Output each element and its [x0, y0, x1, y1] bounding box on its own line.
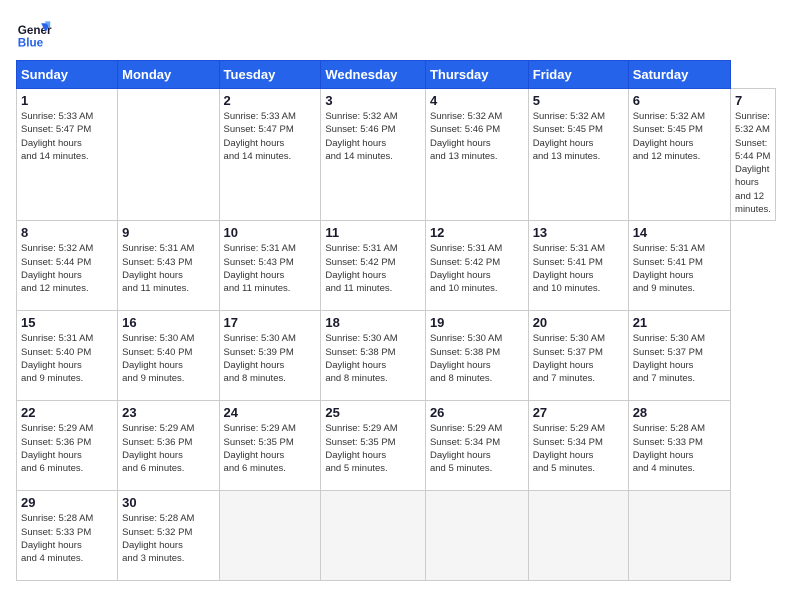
- calendar-day: 16Sunrise: 5:30 AMSunset: 5:40 PMDayligh…: [118, 311, 219, 401]
- calendar-day: 24Sunrise: 5:29 AMSunset: 5:35 PMDayligh…: [219, 401, 321, 491]
- weekday-header: Saturday: [628, 61, 730, 89]
- calendar-day: 19Sunrise: 5:30 AMSunset: 5:38 PMDayligh…: [425, 311, 528, 401]
- weekday-header-row: SundayMondayTuesdayWednesdayThursdayFrid…: [17, 61, 776, 89]
- logo: General Blue: [16, 16, 52, 52]
- calendar-day: 9Sunrise: 5:31 AMSunset: 5:43 PMDaylight…: [118, 221, 219, 311]
- week-row: 15Sunrise: 5:31 AMSunset: 5:40 PMDayligh…: [17, 311, 776, 401]
- calendar-day: 29Sunrise: 5:28 AMSunset: 5:33 PMDayligh…: [17, 491, 118, 581]
- calendar-day: 11Sunrise: 5:31 AMSunset: 5:42 PMDayligh…: [321, 221, 426, 311]
- calendar-day: 1Sunrise: 5:33 AMSunset: 5:47 PMDaylight…: [17, 89, 118, 221]
- week-row: 29Sunrise: 5:28 AMSunset: 5:33 PMDayligh…: [17, 491, 776, 581]
- calendar-day: [528, 491, 628, 581]
- calendar-day: 28Sunrise: 5:28 AMSunset: 5:33 PMDayligh…: [628, 401, 730, 491]
- calendar-day: 10Sunrise: 5:31 AMSunset: 5:43 PMDayligh…: [219, 221, 321, 311]
- calendar-day: 5Sunrise: 5:32 AMSunset: 5:45 PMDaylight…: [528, 89, 628, 221]
- calendar-day: 27Sunrise: 5:29 AMSunset: 5:34 PMDayligh…: [528, 401, 628, 491]
- calendar-day: 17Sunrise: 5:30 AMSunset: 5:39 PMDayligh…: [219, 311, 321, 401]
- week-row: 1Sunrise: 5:33 AMSunset: 5:47 PMDaylight…: [17, 89, 776, 221]
- calendar-day: 6Sunrise: 5:32 AMSunset: 5:45 PMDaylight…: [628, 89, 730, 221]
- calendar-day: 14Sunrise: 5:31 AMSunset: 5:41 PMDayligh…: [628, 221, 730, 311]
- weekday-header: Tuesday: [219, 61, 321, 89]
- weekday-header: Thursday: [425, 61, 528, 89]
- calendar-day: 23Sunrise: 5:29 AMSunset: 5:36 PMDayligh…: [118, 401, 219, 491]
- calendar-day: 7Sunrise: 5:32 AMSunset: 5:44 PMDaylight…: [731, 89, 776, 221]
- calendar-day: [321, 491, 426, 581]
- calendar-day: [628, 491, 730, 581]
- weekday-header: Sunday: [17, 61, 118, 89]
- svg-text:Blue: Blue: [18, 37, 44, 50]
- calendar-day: 13Sunrise: 5:31 AMSunset: 5:41 PMDayligh…: [528, 221, 628, 311]
- week-row: 22Sunrise: 5:29 AMSunset: 5:36 PMDayligh…: [17, 401, 776, 491]
- calendar-day: 20Sunrise: 5:30 AMSunset: 5:37 PMDayligh…: [528, 311, 628, 401]
- calendar-day: 12Sunrise: 5:31 AMSunset: 5:42 PMDayligh…: [425, 221, 528, 311]
- calendar-day: 30Sunrise: 5:28 AMSunset: 5:32 PMDayligh…: [118, 491, 219, 581]
- calendar-day: 3Sunrise: 5:32 AMSunset: 5:46 PMDaylight…: [321, 89, 426, 221]
- calendar-day: 21Sunrise: 5:30 AMSunset: 5:37 PMDayligh…: [628, 311, 730, 401]
- calendar-day: 22Sunrise: 5:29 AMSunset: 5:36 PMDayligh…: [17, 401, 118, 491]
- calendar-day: 26Sunrise: 5:29 AMSunset: 5:34 PMDayligh…: [425, 401, 528, 491]
- weekday-header: Monday: [118, 61, 219, 89]
- weekday-header: Friday: [528, 61, 628, 89]
- calendar-table: SundayMondayTuesdayWednesdayThursdayFrid…: [16, 60, 776, 581]
- weekday-header: Wednesday: [321, 61, 426, 89]
- calendar-day: 2Sunrise: 5:33 AMSunset: 5:47 PMDaylight…: [219, 89, 321, 221]
- calendar-day: [219, 491, 321, 581]
- calendar-day: 4Sunrise: 5:32 AMSunset: 5:46 PMDaylight…: [425, 89, 528, 221]
- week-row: 8Sunrise: 5:32 AMSunset: 5:44 PMDaylight…: [17, 221, 776, 311]
- calendar-day: [118, 89, 219, 221]
- calendar-day: 25Sunrise: 5:29 AMSunset: 5:35 PMDayligh…: [321, 401, 426, 491]
- logo-icon: General Blue: [16, 16, 52, 52]
- calendar-day: 8Sunrise: 5:32 AMSunset: 5:44 PMDaylight…: [17, 221, 118, 311]
- calendar-day: 18Sunrise: 5:30 AMSunset: 5:38 PMDayligh…: [321, 311, 426, 401]
- page-header: General Blue: [16, 16, 776, 52]
- calendar-day: [425, 491, 528, 581]
- calendar-day: 15Sunrise: 5:31 AMSunset: 5:40 PMDayligh…: [17, 311, 118, 401]
